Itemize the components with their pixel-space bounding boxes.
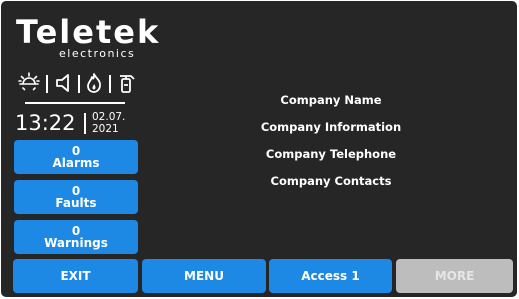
clock-date: 02.07. 2021 <box>92 111 125 135</box>
status-icon-bar <box>16 72 140 96</box>
company-name: Company Name <box>280 93 382 107</box>
clock-date-day-month: 02.07. <box>92 111 126 123</box>
fire-panel-screen: Teletek electronics 13:22 02.07. 2021 0 … <box>1 1 517 297</box>
clock-date-year: 2021 <box>92 123 119 135</box>
menu-button[interactable]: MENU <box>142 259 266 293</box>
alarms-label: Alarms <box>52 156 100 170</box>
company-contacts: Company Contacts <box>270 174 392 188</box>
access-level-button[interactable]: Access 1 <box>269 259 392 293</box>
status-divider-line <box>25 102 125 104</box>
company-information: Company Information <box>260 120 402 134</box>
faults-button[interactable]: 0 Faults <box>14 180 138 214</box>
icon-divider <box>109 75 111 93</box>
extinguisher-icon[interactable] <box>116 72 136 94</box>
clock-time: 13:22 <box>15 111 76 135</box>
icon-divider <box>46 75 48 93</box>
warnings-label: Warnings <box>44 236 108 250</box>
sounder-icon[interactable] <box>54 72 74 94</box>
icon-divider <box>78 75 80 93</box>
fire-icon[interactable] <box>84 72 104 94</box>
exit-button[interactable]: EXIT <box>13 259 138 293</box>
brightness-icon[interactable] <box>18 72 40 94</box>
more-button[interactable]: MORE <box>396 259 513 293</box>
company-telephone: Company Telephone <box>265 147 397 161</box>
alarms-button[interactable]: 0 Alarms <box>14 140 138 174</box>
faults-label: Faults <box>55 196 97 210</box>
brand-tagline: electronics <box>59 47 136 60</box>
clock-divider <box>84 113 86 134</box>
warnings-button[interactable]: 0 Warnings <box>14 220 138 254</box>
brand-logo: Teletek <box>16 13 161 51</box>
